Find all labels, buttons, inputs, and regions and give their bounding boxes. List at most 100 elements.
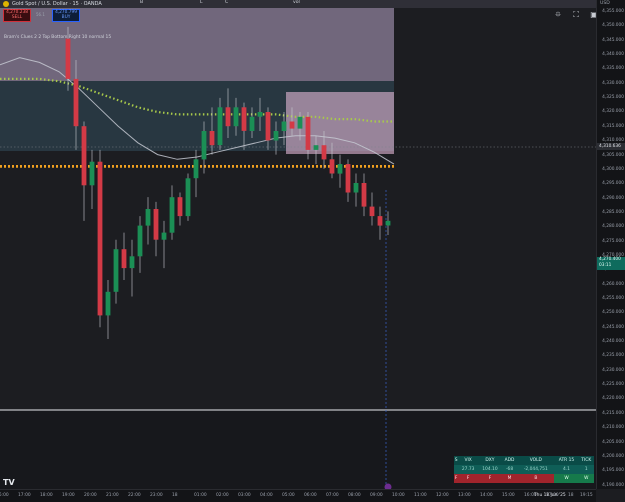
- time-tick: 23:00: [150, 493, 163, 498]
- indicator-legend[interactable]: Bram's Clues 2 2 Top Bottom Right 10 nor…: [4, 35, 111, 40]
- stats-signal: F: [477, 474, 502, 483]
- sell-label: SELL: [11, 15, 23, 20]
- candle-body: [145, 209, 151, 226]
- currency-label: USD: [600, 1, 610, 6]
- price-tick: 4,200.000: [602, 453, 624, 459]
- header-tab-l[interactable]: L: [200, 0, 203, 5]
- price-tick: 4,220.000: [602, 396, 624, 402]
- price-tick: 4,315.000: [602, 123, 624, 129]
- price-tick: 4,335.000: [602, 66, 624, 72]
- stats-header: DXY: [477, 456, 502, 465]
- time-tick: 01:00: [194, 493, 207, 498]
- time-tick: 16:00: [0, 493, 9, 498]
- candle-body: [153, 209, 159, 240]
- spread-value: 56.1: [36, 12, 45, 17]
- chart-area[interactable]: [0, 0, 596, 489]
- candle-body: [233, 107, 239, 127]
- price-tick: 4,295.000: [602, 181, 624, 187]
- tradingview-logo[interactable]: TV: [3, 478, 15, 487]
- time-tick: 07:00: [326, 493, 339, 498]
- price-tick: 4,230.000: [602, 367, 624, 373]
- stats-signal: W: [554, 474, 579, 483]
- price-tick: 4,275.000: [602, 238, 624, 244]
- stats-header: ADD: [501, 456, 518, 465]
- price-tick: 4,255.000: [602, 296, 624, 301]
- price-tick: 4,235.000: [602, 353, 624, 359]
- time-axis[interactable]: 16:00 17:00 18:00 19:00 20:00 21:00 22:00 23:00…: [0, 489, 596, 502]
- stats-cell: 104.10: [477, 465, 502, 474]
- stats-signal: B: [517, 474, 555, 483]
- time-tick: 20:00: [84, 493, 97, 498]
- price-tick: 4,195.000: [602, 468, 624, 474]
- candle-body: [345, 164, 351, 193]
- candle-body: [281, 121, 287, 131]
- candle-body: [137, 225, 143, 257]
- time-tick: 09:00: [370, 493, 383, 498]
- time-tick: 14:00: [480, 493, 493, 498]
- candle-body: [193, 159, 199, 179]
- price-tick: 4,210.000: [602, 425, 624, 431]
- last-price-badge: 4,270.400 03:11: [597, 257, 625, 270]
- price-tick: 4,250.000: [602, 310, 624, 316]
- candle-body: [201, 131, 207, 160]
- candle-body: [217, 107, 223, 146]
- price-tick: 4,340.000: [602, 52, 624, 58]
- candle-body: [73, 78, 79, 127]
- stats-cell: 27.73: [458, 465, 478, 474]
- time-tick: 08:00: [348, 493, 361, 498]
- time-tick: 21:00: [106, 493, 119, 498]
- stats-signal: F: [458, 474, 478, 483]
- price-tick: 4,300.000: [602, 166, 624, 172]
- price-tick: 4,285.000: [602, 209, 624, 215]
- candle-body: [265, 112, 271, 141]
- price-tick: 4,330.000: [602, 80, 624, 86]
- candle-body: [297, 116, 303, 129]
- time-tick: 06:00: [304, 493, 317, 498]
- time-tick: 04:00: [260, 493, 273, 498]
- candle-body: [113, 249, 119, 292]
- candle-body: [209, 131, 215, 146]
- candle-body: [169, 197, 175, 233]
- candle-body: [185, 178, 191, 217]
- candle-body: [377, 216, 383, 226]
- price-chart[interactable]: [0, 0, 596, 489]
- candle-body: [121, 249, 127, 269]
- buy-button[interactable]: 4,270.799 BUY: [52, 9, 80, 22]
- stats-cell: -68: [501, 465, 518, 474]
- price-axis[interactable]: 4,355.000 4,350.000 4,345.000 4,340.000 4,33…: [596, 0, 625, 489]
- stats-value-row: 27.73 104.10 -68 -2,044,751 4.1 1: [454, 465, 594, 474]
- price-tick: 4,305.000: [602, 152, 624, 158]
- stats-header: VIX: [458, 456, 478, 465]
- current-date-label: Thu 18 Jun '25: [534, 493, 566, 498]
- fullscreen-icon[interactable]: ⛶: [571, 10, 581, 20]
- price-tick: 4,260.000: [602, 281, 624, 287]
- stats-cell: 4.1: [554, 465, 579, 474]
- stats-header: ATR 15: [554, 456, 579, 465]
- symbol-label: Gold Spot / U.S. Dollar · 15 · OANDA: [12, 1, 102, 7]
- time-tick: 10:00: [392, 493, 405, 498]
- candle-body: [241, 107, 247, 131]
- time-tick: 15:00: [502, 493, 515, 498]
- price-tick: 4,225.000: [602, 382, 624, 388]
- candle-body: [249, 116, 255, 131]
- candle-body: [289, 121, 295, 129]
- price-tick: 4,320.000: [602, 109, 624, 115]
- candle-body: [361, 183, 367, 207]
- sell-button[interactable]: 4,270.238 SELL: [3, 9, 31, 22]
- symbol-title[interactable]: Gold Spot / U.S. Dollar · 15 · OANDA: [3, 1, 102, 7]
- candle-body: [321, 145, 327, 160]
- expand-icon[interactable]: ⯐: [553, 10, 563, 20]
- market-stats-table: S VIX DXY ADD VOLD ATR 15 TICK 27.73 104…: [454, 456, 594, 483]
- stats-cell: 1: [578, 465, 594, 474]
- price-tick: 4,280.000: [602, 224, 624, 230]
- price-tick: 4,290.000: [602, 195, 624, 201]
- price-tick: 4,240.000: [602, 339, 624, 345]
- stats-signal-row: F F F M B W W: [454, 474, 594, 483]
- bar-countdown: 03:11: [599, 263, 612, 268]
- candle-body: [177, 197, 183, 217]
- stats-header: TICK: [578, 456, 594, 465]
- candle-body: [353, 183, 359, 193]
- header-tab-vol[interactable]: vol: [293, 0, 300, 5]
- header-tab-b[interactable]: B: [140, 0, 143, 5]
- header-tab-c[interactable]: C: [225, 0, 228, 5]
